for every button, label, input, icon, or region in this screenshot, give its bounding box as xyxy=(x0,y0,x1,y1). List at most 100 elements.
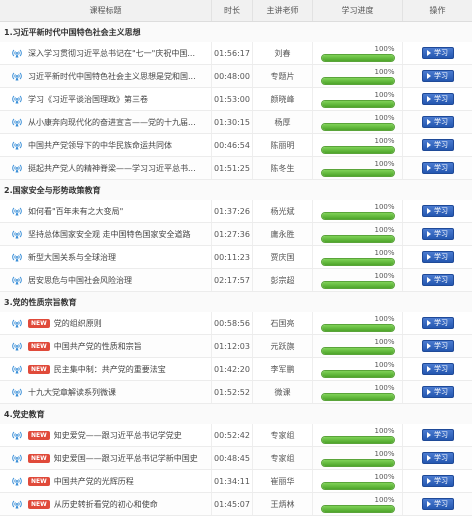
course-title[interactable]: 学习《习近平谈治国理政》第三卷 xyxy=(28,94,148,105)
duration-cell: 00:48:45 xyxy=(212,447,253,469)
course-title[interactable]: 深入学习贯彻习近平总书记在"七一"庆祝中国... xyxy=(28,48,195,59)
play-icon xyxy=(427,343,431,349)
teacher-cell: 陈丽明 xyxy=(253,134,313,156)
progress-percent: 100% xyxy=(374,337,395,346)
progress-cell: 100% xyxy=(313,65,403,87)
study-button[interactable]: 学习 xyxy=(421,47,454,59)
study-button[interactable]: 学习 xyxy=(421,475,454,487)
study-button[interactable]: 学习 xyxy=(421,205,454,217)
broadcast-icon xyxy=(12,163,22,173)
study-button-label: 学习 xyxy=(434,207,448,215)
teacher-cell: 元跃旗 xyxy=(253,335,313,357)
progress-percent: 100% xyxy=(374,159,395,168)
progress-bar xyxy=(320,346,395,355)
study-button[interactable]: 学习 xyxy=(421,139,454,151)
study-button[interactable]: 学习 xyxy=(421,340,454,352)
broadcast-icon xyxy=(12,71,22,81)
action-cell: 学习 xyxy=(403,157,472,179)
progress-fill xyxy=(321,347,394,354)
course-title[interactable]: 居安思危与中国社会风险治理 xyxy=(28,275,132,286)
course-title[interactable]: 新型大国关系与全球治理 xyxy=(28,252,116,263)
course-title[interactable]: 知史爱国——跟习近平总书记学新中国史 xyxy=(54,453,198,464)
course-title[interactable]: 从小康奔向现代化的奋进宣言——党的十九届... xyxy=(28,117,196,128)
study-button[interactable]: 学习 xyxy=(421,317,454,329)
course-title[interactable]: 习近平新时代中国特色社会主义思想是党和国... xyxy=(28,71,196,82)
progress-fill xyxy=(321,482,394,489)
study-button[interactable]: 学习 xyxy=(421,70,454,82)
course-title-cell: NEW 民主集中制：共产党的重要法宝 xyxy=(0,358,212,380)
progress-cell: 100% xyxy=(313,447,403,469)
study-button-label: 学习 xyxy=(434,454,448,462)
progress-cell: 100% xyxy=(313,246,403,268)
broadcast-icon xyxy=(12,341,22,351)
course-title-cell: 坚持总体国家安全观 走中国特色国家安全道路 xyxy=(0,223,212,245)
study-button-label: 学习 xyxy=(434,253,448,261)
progress-fill xyxy=(321,100,394,107)
course-title[interactable]: 如何看"百年未有之大变局" xyxy=(28,206,123,217)
progress-cell: 100% xyxy=(313,493,403,515)
study-button[interactable]: 学习 xyxy=(421,274,454,286)
course-title[interactable]: 挺起共产党人的精神脊梁——学习习近平总书... xyxy=(28,163,196,174)
progress-percent: 100% xyxy=(374,271,395,280)
course-title[interactable]: 从历史转折看党的初心和使命 xyxy=(54,499,158,510)
course-title[interactable]: 知史爱党——跟习近平总书记学党史 xyxy=(54,430,182,441)
course-title-cell: 习近平新时代中国特色社会主义思想是党和国... xyxy=(0,65,212,87)
teacher-cell: 杨厚 xyxy=(253,111,313,133)
progress-percent: 100% xyxy=(374,202,395,211)
action-cell: 学习 xyxy=(403,65,472,87)
duration-cell: 01:52:52 xyxy=(212,381,253,403)
progress-cell: 100% xyxy=(313,381,403,403)
course-title[interactable]: 中国共产党的性质和宗旨 xyxy=(54,341,142,352)
course-title[interactable]: 中国共产党的光辉历程 xyxy=(54,476,134,487)
action-cell: 学习 xyxy=(403,88,472,110)
progress-percent: 100% xyxy=(374,360,395,369)
course-title[interactable]: 民主集中制：共产党的重要法宝 xyxy=(54,364,166,375)
study-button[interactable]: 学习 xyxy=(421,116,454,128)
action-cell: 学习 xyxy=(403,358,472,380)
study-button[interactable]: 学习 xyxy=(421,363,454,375)
progress-bar xyxy=(320,392,395,401)
broadcast-icon xyxy=(12,275,22,285)
study-button[interactable]: 学习 xyxy=(421,162,454,174)
play-icon xyxy=(427,455,431,461)
duration-cell: 01:51:25 xyxy=(212,157,253,179)
play-icon xyxy=(427,366,431,372)
teacher-cell: 彭宗超 xyxy=(253,269,313,291)
progress-fill xyxy=(321,146,394,153)
course-title-cell: 深入学习贯彻习近平总书记在"七一"庆祝中国... xyxy=(0,42,212,64)
new-badge: NEW xyxy=(28,430,50,440)
teacher-cell: 杨光斌 xyxy=(253,200,313,222)
broadcast-icon xyxy=(12,318,22,328)
study-button[interactable]: 学习 xyxy=(421,251,454,263)
course-title[interactable]: 中国共产党领导下的中华民族命运共同体 xyxy=(28,140,172,151)
teacher-cell: 颜晓峰 xyxy=(253,88,313,110)
course-title[interactable]: 党的组织原则 xyxy=(54,318,102,329)
table-body: 1.习近平新时代中国特色社会主义思想 深入学习贯彻习近平总书记在"七一"庆祝中国… xyxy=(0,22,472,516)
course-title[interactable]: 十九大党章解读系列微课 xyxy=(28,387,116,398)
progress-bar xyxy=(320,504,395,513)
study-button[interactable]: 学习 xyxy=(421,228,454,240)
course-title[interactable]: 坚持总体国家安全观 走中国特色国家安全道路 xyxy=(28,229,191,240)
study-button[interactable]: 学习 xyxy=(421,93,454,105)
duration-cell: 01:34:11 xyxy=(212,470,253,492)
header-duration: 时长 xyxy=(212,0,253,21)
section-heading: 3.党的性质宗旨教育 xyxy=(0,292,472,312)
study-button[interactable]: 学习 xyxy=(421,386,454,398)
study-button[interactable]: 学习 xyxy=(421,429,454,441)
progress-percent: 100% xyxy=(374,44,395,53)
table-row: 从小康奔向现代化的奋进宣言——党的十九届... 01:30:15 杨厚 100%… xyxy=(0,111,472,134)
progress-cell: 100% xyxy=(313,42,403,64)
table-row: 居安思危与中国社会风险治理 02:17:57 彭宗超 100% 学习 xyxy=(0,269,472,292)
broadcast-icon xyxy=(12,453,22,463)
action-cell: 学习 xyxy=(403,134,472,156)
study-button[interactable]: 学习 xyxy=(421,452,454,464)
study-button-label: 学习 xyxy=(434,72,448,80)
table-row: NEW 知史爱国——跟习近平总书记学新中国史 00:48:45 专家组 100%… xyxy=(0,447,472,470)
study-button[interactable]: 学习 xyxy=(421,498,454,510)
table-row: NEW 从历史转折看党的初心和使命 01:45:07 王炳林 100% 学习 xyxy=(0,493,472,516)
duration-cell: 01:53:00 xyxy=(212,88,253,110)
section-heading: 2.国家安全与形势政策教育 xyxy=(0,180,472,200)
course-title-cell: NEW 中国共产党的光辉历程 xyxy=(0,470,212,492)
progress-fill xyxy=(321,54,394,61)
progress-fill xyxy=(321,370,394,377)
